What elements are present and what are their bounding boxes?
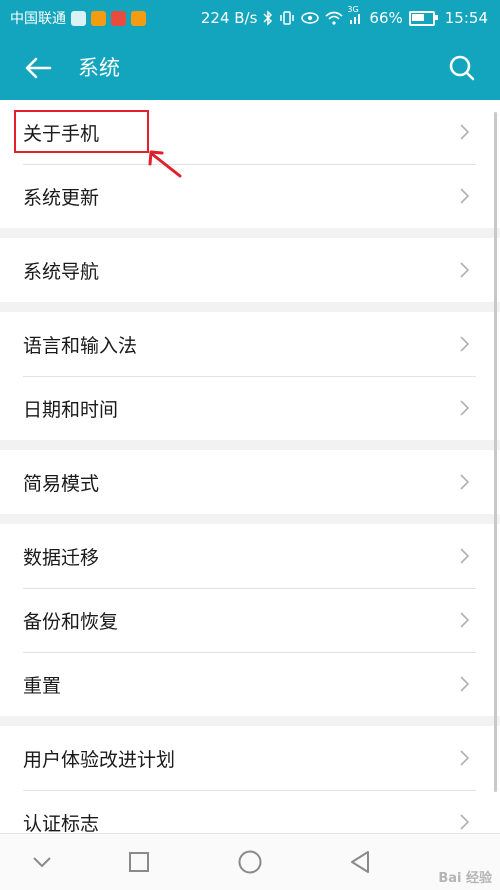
circle-icon [238, 850, 262, 874]
settings-item-language-input[interactable]: 语言和输入法 [0, 312, 500, 376]
chevron-right-icon [460, 814, 470, 830]
page-title: 系统 [78, 56, 120, 80]
settings-item-label: 重置 [23, 674, 62, 697]
status-left: 中国联通 [10, 0, 146, 36]
search-button[interactable] [444, 50, 480, 86]
settings-list[interactable]: 关于手机 系统更新 系统导航 语言和输入法 日期和时间 简易模式 数据迁移 备份… [0, 100, 500, 833]
chevron-right-icon [460, 676, 470, 692]
chevron-right-icon [460, 262, 470, 278]
chevron-right-icon [460, 548, 470, 564]
scrollbar[interactable] [494, 112, 497, 792]
settings-item-reset[interactable]: 重置 [0, 652, 500, 716]
nav-back-button[interactable] [330, 834, 390, 890]
settings-item-user-experience[interactable]: 用户体验改进计划 [0, 726, 500, 790]
settings-item-label: 用户体验改进计划 [23, 748, 176, 771]
bluetooth-icon [263, 10, 273, 26]
settings-item-system-navigation[interactable]: 系统导航 [0, 238, 500, 302]
settings-group: 数据迁移 备份和恢复 重置 [0, 524, 500, 716]
clock: 15:54 [444, 9, 488, 27]
carrier-label: 中国联通 [10, 11, 66, 27]
settings-item-label: 备份和恢复 [23, 610, 119, 633]
notification-app-icon [71, 10, 86, 26]
network-type-label: 3G [347, 5, 359, 14]
search-icon [449, 55, 475, 81]
battery-icon [408, 10, 438, 26]
status-bar: 中国联通 224 B/s 3G 66% 15:54 [0, 0, 500, 36]
settings-group: 用户体验改进计划 认证标志 [0, 726, 500, 833]
chevron-right-icon [460, 336, 470, 352]
settings-group: 系统导航 [0, 238, 500, 302]
network-speed: 224 B/s [200, 9, 258, 27]
settings-item-system-update[interactable]: 系统更新 [0, 164, 500, 228]
back-arrow-icon [25, 57, 52, 79]
settings-item-label: 系统更新 [23, 186, 100, 209]
chevron-down-icon [33, 857, 51, 868]
settings-item-label: 简易模式 [23, 472, 100, 495]
nav-hide-button[interactable] [12, 834, 72, 890]
signal-icon: 3G [347, 5, 363, 25]
chevron-right-icon [460, 400, 470, 416]
nav-home-button[interactable] [220, 834, 280, 890]
notification-map-icon [111, 10, 126, 26]
square-icon [129, 852, 149, 872]
watermark: Bai 经验 [438, 871, 492, 886]
settings-item-data-migration[interactable]: 数据迁移 [0, 524, 500, 588]
wifi-icon [325, 11, 343, 25]
settings-item-date-time[interactable]: 日期和时间 [0, 376, 500, 440]
chevron-right-icon [460, 750, 470, 766]
triangle-back-icon [351, 851, 369, 873]
chevron-right-icon [460, 124, 470, 140]
settings-item-simple-mode[interactable]: 简易模式 [0, 450, 500, 514]
annotation-highlight-box [14, 110, 149, 153]
settings-item-certification[interactable]: 认证标志 [0, 790, 500, 833]
chevron-right-icon [460, 612, 470, 628]
chevron-right-icon [460, 188, 470, 204]
settings-group: 语言和输入法 日期和时间 [0, 312, 500, 440]
battery-fill [411, 13, 424, 21]
settings-item-label: 数据迁移 [23, 546, 100, 569]
eye-comfort-icon [301, 12, 320, 24]
annotation-arrow-icon [148, 150, 182, 178]
battery-percent: 66% [369, 9, 403, 27]
settings-item-backup-restore[interactable]: 备份和恢复 [0, 588, 500, 652]
navigation-bar: Bai 经验 [0, 833, 500, 890]
settings-item-label: 认证标志 [23, 812, 100, 834]
back-button[interactable] [20, 50, 56, 86]
app-bar: 系统 [0, 36, 500, 100]
chevron-right-icon [460, 474, 470, 490]
settings-item-label: 语言和输入法 [23, 334, 138, 357]
notification-news-icon [131, 10, 146, 26]
settings-item-label: 系统导航 [23, 260, 100, 283]
nav-recents-button[interactable] [109, 834, 169, 890]
settings-item-label: 日期和时间 [23, 398, 119, 421]
status-right: 224 B/s 3G 66% 15:54 [201, 0, 488, 36]
vibrate-icon [279, 11, 295, 25]
notification-play-icon [91, 10, 106, 26]
settings-group: 简易模式 [0, 450, 500, 514]
